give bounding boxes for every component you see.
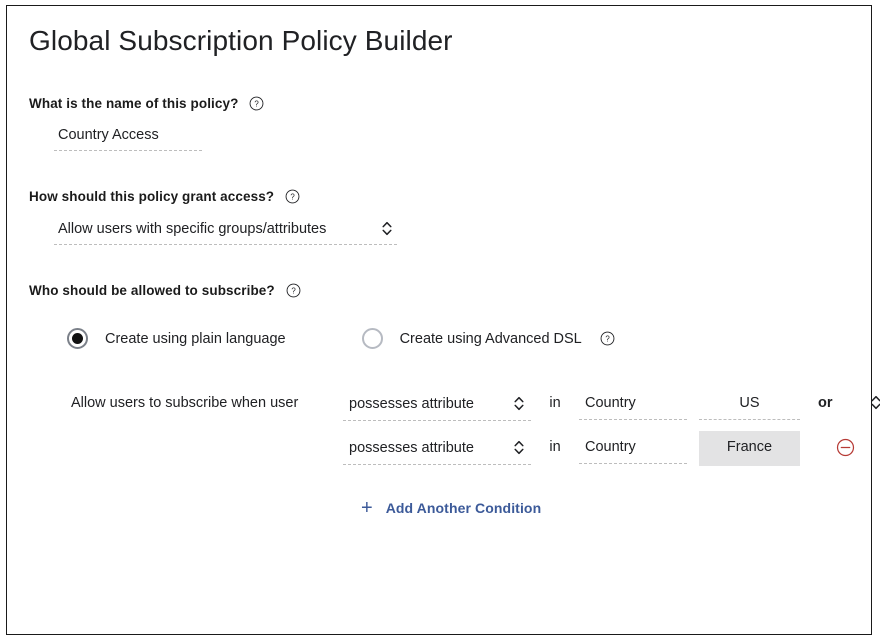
radio-dot — [72, 333, 83, 344]
remove-condition-icon[interactable] — [836, 437, 855, 457]
svg-text:?: ? — [291, 287, 296, 296]
condition-operator-value: possesses attribute — [349, 439, 474, 456]
condition-operator-value: possesses attribute — [349, 395, 474, 412]
radio-label-plain-language: Create using plain language — [105, 330, 286, 347]
chevron-updown-icon — [513, 439, 525, 456]
card-content: Global Subscription Policy Builder What … — [29, 24, 880, 518]
allowed-subscribe-question: Who should be allowed to subscribe? ? — [29, 283, 857, 298]
help-circle-icon[interactable]: ? — [249, 96, 264, 111]
policy-name-label: What is the name of this policy? — [29, 96, 239, 111]
condition-operator-select[interactable]: possesses attribute — [343, 437, 531, 465]
svg-text:?: ? — [605, 335, 610, 344]
grant-access-select[interactable]: Allow users with specific groups/attribu… — [54, 220, 397, 245]
radio-label-advanced-dsl: Create using Advanced DSL — [399, 330, 582, 347]
page-title: Global Subscription Policy Builder — [29, 25, 453, 56]
policy-name-question: What is the name of this policy? ? — [29, 96, 857, 111]
help-circle-icon[interactable]: ? — [600, 331, 615, 346]
condition-conjunction-stepper-icon[interactable] — [870, 393, 880, 411]
radio-option-advanced-dsl[interactable]: Create using Advanced DSL — [361, 328, 582, 349]
add-another-condition-label: Add Another Condition — [385, 500, 542, 516]
condition-operator-select[interactable]: possesses attribute — [343, 393, 531, 421]
policy-builder-card: Global Subscription Policy Builder What … — [6, 5, 880, 635]
policy-name-field-block: Country Access — [54, 127, 202, 151]
add-another-condition-button[interactable]: + Add Another Condition — [361, 497, 542, 519]
chevron-updown-icon — [381, 220, 393, 237]
condition-attribute-select[interactable]: Country — [579, 437, 687, 464]
advanced-dsl-help-wrapper: ? — [600, 331, 615, 346]
condition-conjunction-value: or — [818, 395, 833, 411]
grant-access-label: How should this policy grant access? — [29, 189, 275, 204]
policy-name-input[interactable]: Country Access — [54, 127, 202, 151]
svg-text:?: ? — [255, 100, 260, 109]
radio-indicator-selected — [67, 328, 88, 349]
help-circle-icon[interactable]: ? — [285, 189, 300, 204]
grant-access-question: How should this policy grant access? ? — [29, 189, 857, 204]
help-circle-icon[interactable]: ? — [286, 283, 301, 298]
policy-name-value: Country Access — [58, 127, 159, 143]
condition-builder: Allow users to subscribe when user posse… — [71, 393, 880, 518]
condition-preposition: in — [549, 395, 561, 411]
condition-list: possesses attribute in Country US or pos… — [343, 393, 880, 519]
radio-option-plain-language[interactable]: Create using plain language — [67, 328, 286, 349]
creation-mode-radio-group: Create using plain language Create using… — [67, 328, 857, 349]
plus-icon: + — [361, 497, 373, 519]
svg-text:?: ? — [290, 193, 295, 202]
allowed-subscribe-label: Who should be allowed to subscribe? — [29, 283, 275, 298]
condition-value-input[interactable]: France — [699, 431, 800, 466]
condition-preposition: in — [549, 439, 561, 455]
condition-row: possesses attribute in Country France — [343, 431, 880, 481]
chevron-updown-icon — [513, 395, 525, 412]
grant-access-value: Allow users with specific groups/attribu… — [58, 220, 327, 237]
condition-builder-prefix: Allow users to subscribe when user — [71, 395, 299, 411]
condition-attribute-select[interactable]: Country — [579, 393, 687, 420]
grant-access-field-block: Allow users with specific groups/attribu… — [54, 220, 397, 245]
condition-value-input[interactable]: US — [699, 393, 800, 420]
radio-indicator-unselected — [361, 328, 383, 349]
